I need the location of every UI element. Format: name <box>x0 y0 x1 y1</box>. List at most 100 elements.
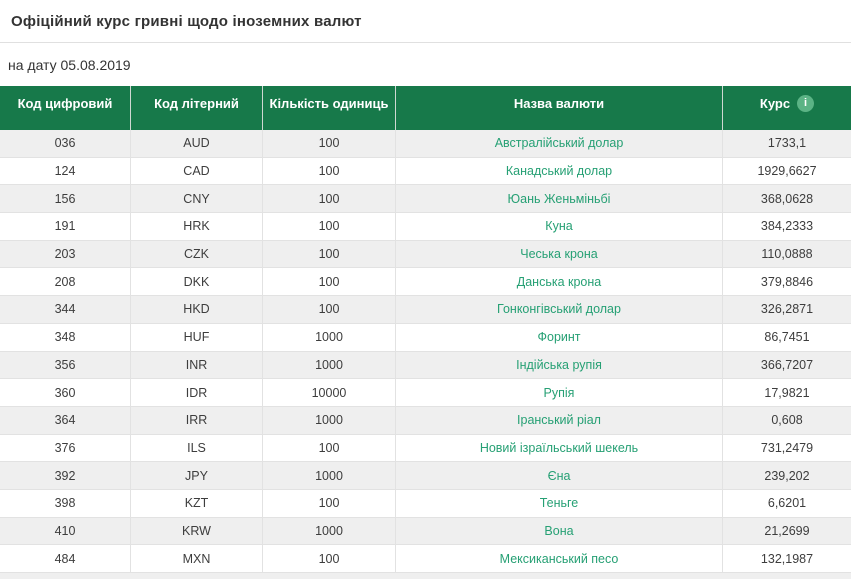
cell-currency-name[interactable]: Індійська рупія <box>396 352 723 379</box>
cell-letter-code: IDR <box>131 379 263 406</box>
cell-rate: 379,8846 <box>723 268 851 295</box>
column-header-letter-code: Код літерний <box>131 86 263 130</box>
table-row: 124 CAD 100 Канадський долар 1929,6627 <box>0 158 851 186</box>
cell-currency-name[interactable]: Канадський долар <box>396 158 723 185</box>
cell-numeric-code: 348 <box>0 324 131 351</box>
cell-currency-name[interactable]: Мексиканський песо <box>396 545 723 572</box>
cell-rate: 1733,1 <box>723 130 851 157</box>
cell-currency-name[interactable]: Рупія <box>396 379 723 406</box>
table-row: 410 KRW 1000 Вона 21,2699 <box>0 518 851 546</box>
table-header-row: Код цифровий Код літерний Кількість один… <box>0 86 851 130</box>
table-row: 191 HRK 100 Куна 384,2333 <box>0 213 851 241</box>
cell-units: 1000 <box>263 518 396 545</box>
cell-numeric-code: 124 <box>0 158 131 185</box>
cell-units: 100 <box>263 213 396 240</box>
table-body: 036 AUD 100 Австралійський долар 1733,1 … <box>0 130 851 573</box>
table-row: 376 ILS 100 Новий ізраїльський шекель 73… <box>0 435 851 463</box>
cell-rate: 6,6201 <box>723 490 851 517</box>
cell-units: 100 <box>263 545 396 572</box>
cell-letter-code: JPY <box>131 462 263 489</box>
cell-numeric-code: 364 <box>0 407 131 434</box>
table-row: 392 JPY 1000 Єна 239,202 <box>0 462 851 490</box>
table-row: 398 KZT 100 Теньге 6,6201 <box>0 490 851 518</box>
table-row: 360 IDR 10000 Рупія 17,9821 <box>0 379 851 407</box>
cell-numeric-code: 156 <box>0 185 131 212</box>
page-title: Офіційний курс гривні щодо іноземних вал… <box>11 13 362 30</box>
cell-rate: 86,7451 <box>723 324 851 351</box>
cell-numeric-code: 203 <box>0 241 131 268</box>
cell-units: 100 <box>263 185 396 212</box>
cell-letter-code: IRR <box>131 407 263 434</box>
table-row: 036 AUD 100 Австралійський долар 1733,1 <box>0 130 851 158</box>
cell-letter-code: KRW <box>131 518 263 545</box>
cell-units: 100 <box>263 268 396 295</box>
cell-currency-name[interactable]: Чеська крона <box>396 241 723 268</box>
cell-units: 100 <box>263 130 396 157</box>
table-row: 348 HUF 1000 Форинт 86,7451 <box>0 324 851 352</box>
cell-rate: 21,2699 <box>723 518 851 545</box>
cell-currency-name[interactable]: Новий ізраїльський шекель <box>396 435 723 462</box>
cell-rate: 326,2871 <box>723 296 851 323</box>
cell-letter-code: CNY <box>131 185 263 212</box>
cell-numeric-code: 376 <box>0 435 131 462</box>
cell-units: 100 <box>263 490 396 517</box>
cell-letter-code: HRK <box>131 213 263 240</box>
page-header: Офіційний курс гривні щодо іноземних вал… <box>0 0 851 43</box>
cell-currency-name[interactable]: Гонконгівський долар <box>396 296 723 323</box>
cell-rate: 384,2333 <box>723 213 851 240</box>
cell-rate: 17,9821 <box>723 379 851 406</box>
cell-units: 100 <box>263 296 396 323</box>
cell-units: 1000 <box>263 407 396 434</box>
cell-numeric-code: 191 <box>0 213 131 240</box>
cell-numeric-code: 392 <box>0 462 131 489</box>
cell-currency-name[interactable]: Форинт <box>396 324 723 351</box>
cell-rate: 132,1987 <box>723 545 851 572</box>
cell-numeric-code: 398 <box>0 490 131 517</box>
cell-letter-code: MXN <box>131 545 263 572</box>
column-header-numeric-code: Код цифровий <box>0 86 131 130</box>
cell-numeric-code: 208 <box>0 268 131 295</box>
column-header-currency-name: Назва валюти <box>396 86 723 130</box>
table-row: 364 IRR 1000 Іранський ріал 0,608 <box>0 407 851 435</box>
cell-letter-code: INR <box>131 352 263 379</box>
cell-numeric-code: 484 <box>0 545 131 572</box>
table-row: 208 DKK 100 Данська крона 379,8846 <box>0 268 851 296</box>
cell-rate: 110,0888 <box>723 241 851 268</box>
cell-numeric-code: 360 <box>0 379 131 406</box>
cell-letter-code: KZT <box>131 490 263 517</box>
cell-units: 1000 <box>263 462 396 489</box>
table-row: 344 HKD 100 Гонконгівський долар 326,287… <box>0 296 851 324</box>
cell-units: 1000 <box>263 352 396 379</box>
cell-rate: 731,2479 <box>723 435 851 462</box>
cell-currency-name[interactable]: Юань Женьміньбі <box>396 185 723 212</box>
cell-currency-name[interactable]: Куна <box>396 213 723 240</box>
table-row: 203 CZK 100 Чеська крона 110,0888 <box>0 241 851 269</box>
cell-numeric-code: 410 <box>0 518 131 545</box>
cell-units: 1000 <box>263 324 396 351</box>
table-row: 156 CNY 100 Юань Женьміньбі 368,0628 <box>0 185 851 213</box>
cell-currency-name[interactable]: Теньге <box>396 490 723 517</box>
cell-currency-name[interactable]: Вона <box>396 518 723 545</box>
cell-rate: 366,7207 <box>723 352 851 379</box>
date-label: на дату 05.08.2019 <box>8 57 131 73</box>
cell-units: 10000 <box>263 379 396 406</box>
cell-units: 100 <box>263 435 396 462</box>
cell-letter-code: AUD <box>131 130 263 157</box>
cell-currency-name[interactable]: Австралійський долар <box>396 130 723 157</box>
date-bar: на дату 05.08.2019 <box>0 43 851 86</box>
cell-currency-name[interactable]: Єна <box>396 462 723 489</box>
column-header-units: Кількість одиниць <box>263 86 396 130</box>
exchange-rates-page: Офіційний курс гривні щодо іноземних вал… <box>0 0 851 579</box>
table-row: 356 INR 1000 Індійська рупія 366,7207 <box>0 352 851 380</box>
cell-letter-code: CAD <box>131 158 263 185</box>
cell-units: 100 <box>263 158 396 185</box>
cell-rate: 368,0628 <box>723 185 851 212</box>
cell-numeric-code: 356 <box>0 352 131 379</box>
cell-rate: 239,202 <box>723 462 851 489</box>
partial-next-row <box>0 573 851 579</box>
cell-numeric-code: 344 <box>0 296 131 323</box>
info-icon[interactable]: i <box>797 95 814 112</box>
cell-currency-name[interactable]: Іранський ріал <box>396 407 723 434</box>
cell-currency-name[interactable]: Данська крона <box>396 268 723 295</box>
cell-rate: 1929,6627 <box>723 158 851 185</box>
